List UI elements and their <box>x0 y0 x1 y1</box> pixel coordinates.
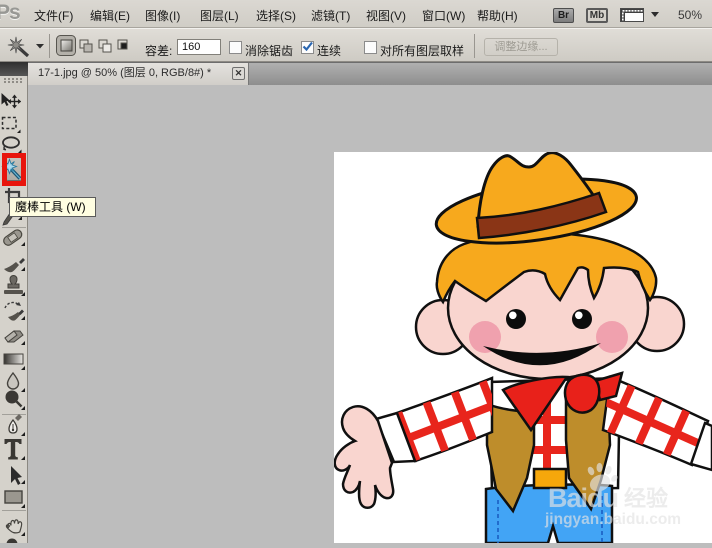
svg-text:经验: 经验 <box>624 486 668 511</box>
svg-text:Baidu: Baidu <box>548 483 618 513</box>
svg-text:jingyan.baidu.com: jingyan.baidu.com <box>544 511 681 528</box>
